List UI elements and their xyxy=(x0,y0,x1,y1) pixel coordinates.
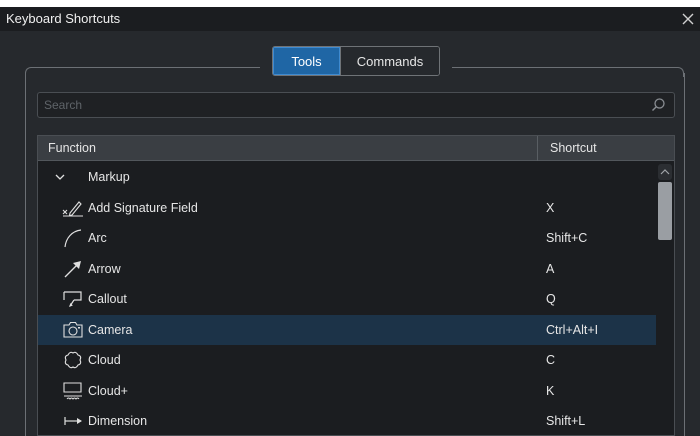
shortcut-value: Q xyxy=(546,292,556,307)
function-label: Dimension xyxy=(88,414,148,429)
function-label: Add Signature Field xyxy=(88,200,198,215)
table-body: Markup Add Signature Field X Arc Shift+C xyxy=(38,162,656,435)
keyboard-shortcuts-dialog: Keyboard Shortcuts Tools Commands Functi… xyxy=(0,7,700,436)
signature-icon xyxy=(62,200,83,217)
function-label: Cloud+ xyxy=(88,383,128,398)
shortcut-value: Shift+L xyxy=(546,414,586,429)
tab-tools[interactable]: Tools xyxy=(273,47,340,75)
table-row[interactable]: Cloud+ K xyxy=(38,376,656,407)
dimension-icon xyxy=(64,417,82,425)
tab-commands[interactable]: Commands xyxy=(340,47,439,75)
search-box xyxy=(37,92,675,118)
chevron-up-icon xyxy=(660,169,670,175)
shortcuts-table: Function Shortcut Markup Add Signature F… xyxy=(37,135,675,436)
cloud-icon xyxy=(64,351,82,369)
function-label: Callout xyxy=(88,292,127,307)
cloud-plus-icon xyxy=(63,381,82,400)
group-box-border xyxy=(684,73,685,436)
table-row[interactable]: Add Signature Field X xyxy=(38,193,656,224)
vertical-scrollbar[interactable] xyxy=(656,162,674,435)
function-label: Arrow xyxy=(88,261,121,276)
tab-bar: Tools Commands xyxy=(272,46,440,76)
table-row[interactable]: Callout Q xyxy=(38,284,656,315)
function-label: Arc xyxy=(88,231,107,246)
callout-icon xyxy=(63,291,82,307)
group-box-border xyxy=(35,67,260,68)
function-label: Camera xyxy=(88,322,133,337)
column-header-function[interactable]: Function xyxy=(38,136,538,161)
shortcut-value: K xyxy=(546,383,555,398)
group-row-markup[interactable]: Markup xyxy=(38,162,656,193)
search-icon[interactable] xyxy=(650,97,666,113)
group-label: Markup xyxy=(88,170,130,185)
title-bar: Keyboard Shortcuts xyxy=(0,7,700,31)
shortcut-value: Ctrl+Alt+I xyxy=(546,322,599,337)
group-box-corner xyxy=(25,67,35,77)
table-row-selected[interactable]: Camera Ctrl+Alt+I xyxy=(38,314,656,345)
search-input[interactable] xyxy=(44,96,634,114)
table-row[interactable]: Arrow A xyxy=(38,254,656,285)
shortcut-value: C xyxy=(546,353,556,368)
arrow-icon xyxy=(64,260,81,277)
dialog-title: Keyboard Shortcuts xyxy=(6,11,121,26)
table-row[interactable]: Cloud C xyxy=(38,345,656,376)
function-label: Cloud xyxy=(88,353,121,368)
group-box-corner xyxy=(674,67,684,77)
scroll-thumb[interactable] xyxy=(658,182,672,240)
chevron-down-icon[interactable] xyxy=(54,171,66,183)
arc-icon xyxy=(64,229,82,248)
group-box-border xyxy=(452,67,674,68)
shortcut-value: A xyxy=(546,261,555,276)
table-header: Function Shortcut xyxy=(38,136,674,161)
table-row[interactable]: Dimension Shift+L xyxy=(38,406,656,435)
group-box-border xyxy=(25,73,26,436)
shortcut-value: X xyxy=(546,200,555,215)
camera-icon xyxy=(63,321,83,338)
table-row[interactable]: Arc Shift+C xyxy=(38,223,656,254)
shortcut-value: Shift+C xyxy=(546,231,588,246)
close-icon[interactable] xyxy=(678,8,698,30)
column-header-shortcut[interactable]: Shortcut xyxy=(538,136,674,161)
scroll-up-button[interactable] xyxy=(658,164,672,180)
